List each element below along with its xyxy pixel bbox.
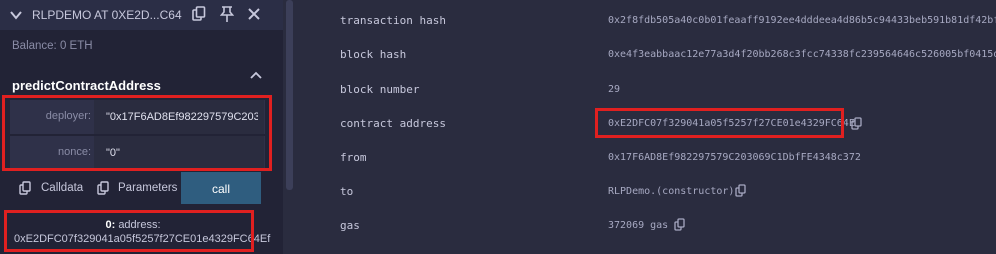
row-label-contract-address: contract address: [340, 117, 446, 130]
transaction-details: transaction hash 0x2f8fdb505a40c0b01feaa…: [296, 0, 996, 254]
calldata-copy-icon[interactable]: [19, 181, 31, 195]
deployed-contract-panel: RLPDEMO AT 0XE2D...C64EF (M Balance: 0 E…: [0, 0, 283, 254]
pin-icon[interactable]: [220, 5, 234, 23]
row-value-transaction-hash: 0x2f8fdb505a40c0b01feaaff9192ee4dddeea4d…: [608, 15, 996, 26]
chevron-down-icon[interactable]: [9, 9, 23, 21]
highlight-result-box: [4, 210, 254, 252]
balance-text: Balance: 0 ETH: [12, 40, 93, 52]
row-label-to: to: [340, 185, 354, 198]
copy-icon[interactable]: [192, 6, 206, 22]
chevron-up-icon[interactable]: [249, 70, 263, 80]
highlight-params-box: [2, 95, 272, 171]
row-label-block-hash: block hash: [340, 48, 407, 61]
parameters-button[interactable]: Parameters: [118, 182, 177, 194]
contract-title: RLPDEMO AT 0XE2D...C64EF (M: [32, 8, 182, 22]
row-value-block-number: 29: [608, 84, 621, 95]
parameters-copy-icon[interactable]: [97, 181, 109, 195]
close-icon[interactable]: [247, 7, 261, 21]
call-button[interactable]: call: [181, 172, 261, 204]
scrollbar-thumb[interactable]: [286, 0, 293, 190]
row-value-gas: 372069 gas: [608, 220, 669, 231]
highlight-contract-address-box: [595, 108, 844, 138]
row-label-gas: gas: [340, 219, 360, 232]
row-label-from: from: [340, 151, 367, 164]
function-name: predictContractAddress: [12, 78, 161, 93]
to-copy-icon[interactable]: [735, 184, 746, 197]
row-label-transaction-hash: transaction hash: [340, 14, 446, 27]
row-value-block-hash: 0xe4f3eabbaac12e77a3d4f20bb268c3fcc74338…: [608, 49, 996, 60]
row-value-from: 0x17F6AD8Ef982297579C203069C1DbfFE4348c3…: [608, 152, 861, 163]
contract-header[interactable]: RLPDEMO AT 0XE2D...C64EF (M: [0, 0, 283, 30]
calldata-button[interactable]: Calldata: [41, 182, 83, 194]
row-value-to: RLPDemo.(constructor): [608, 186, 735, 197]
gas-copy-icon[interactable]: [674, 218, 685, 231]
row-label-block-number: block number: [340, 83, 420, 96]
contract-address-copy-icon[interactable]: [851, 117, 862, 130]
